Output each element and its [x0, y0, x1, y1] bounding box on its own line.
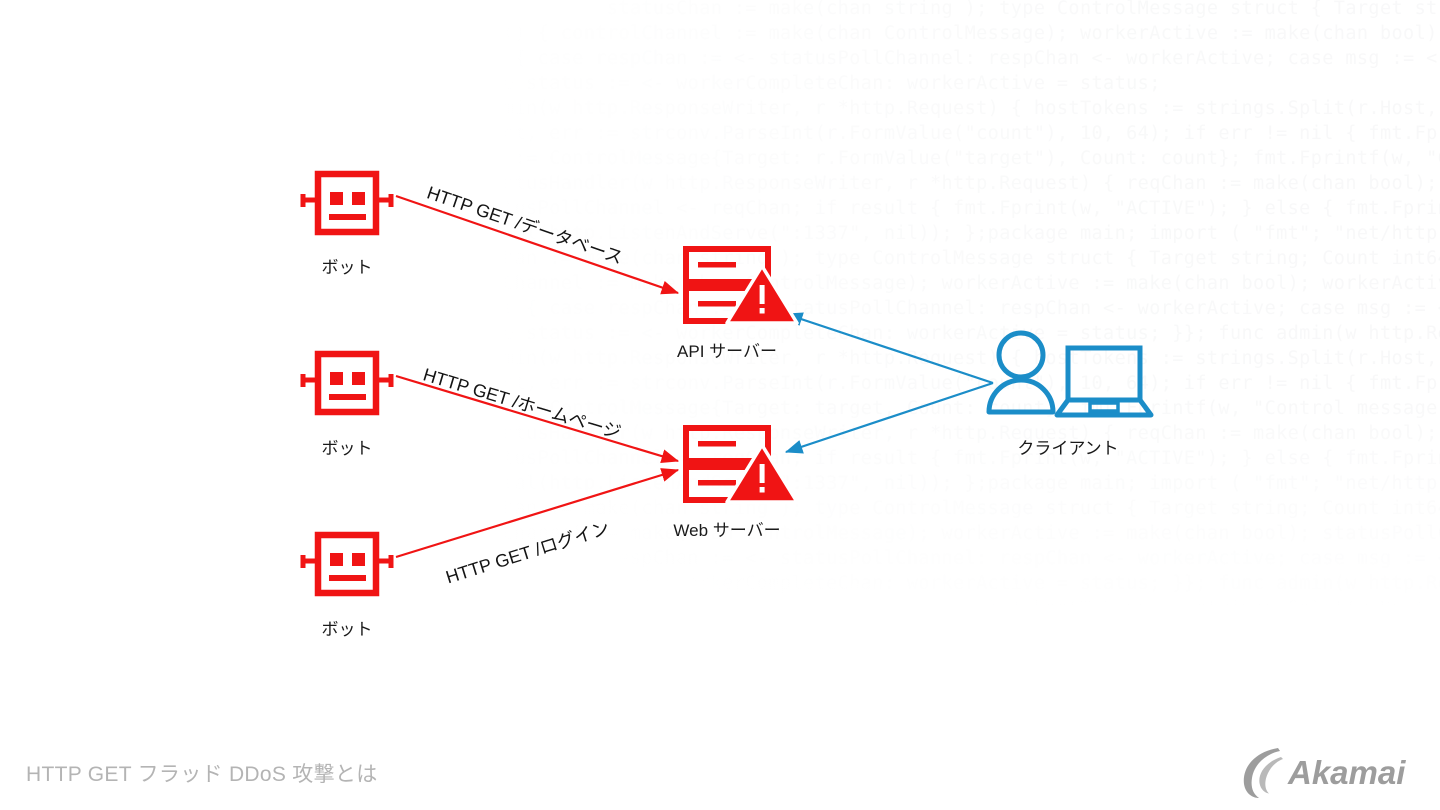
client-arrows [784, 312, 994, 454]
network-diagram [300, 170, 1154, 597]
server-icon-web [683, 425, 799, 504]
laptop-icon [1054, 345, 1154, 418]
diagram-page: statusChan := make(chan string ); type C… [0, 0, 1440, 810]
client-arrow-to-web-server [784, 381, 994, 454]
client-label: クライアント [1017, 439, 1119, 458]
bot-icon-3 [300, 531, 394, 597]
akamai-logo: Akamai [1243, 748, 1406, 798]
bot-icon-1 [300, 170, 394, 236]
bot-icon-2 [300, 350, 394, 416]
page-title: HTTP GET フラッド DDoS 攻撃とは [26, 763, 378, 786]
bot-label-3: ボット [321, 620, 373, 639]
server-icon-api [683, 246, 799, 325]
person-icon [986, 330, 1056, 415]
akamai-wordmark: Akamai [1287, 754, 1406, 791]
client-arrow-to-api-server [784, 312, 994, 385]
server-label-api: API サーバー [677, 342, 777, 361]
bot-label-1: ボット [321, 258, 373, 277]
server-label-web: Web サーバー [673, 521, 781, 540]
attack-arrow-database [395, 194, 680, 295]
akamai-swoosh-icon [1243, 748, 1283, 798]
bot-label-2: ボット [321, 439, 373, 458]
